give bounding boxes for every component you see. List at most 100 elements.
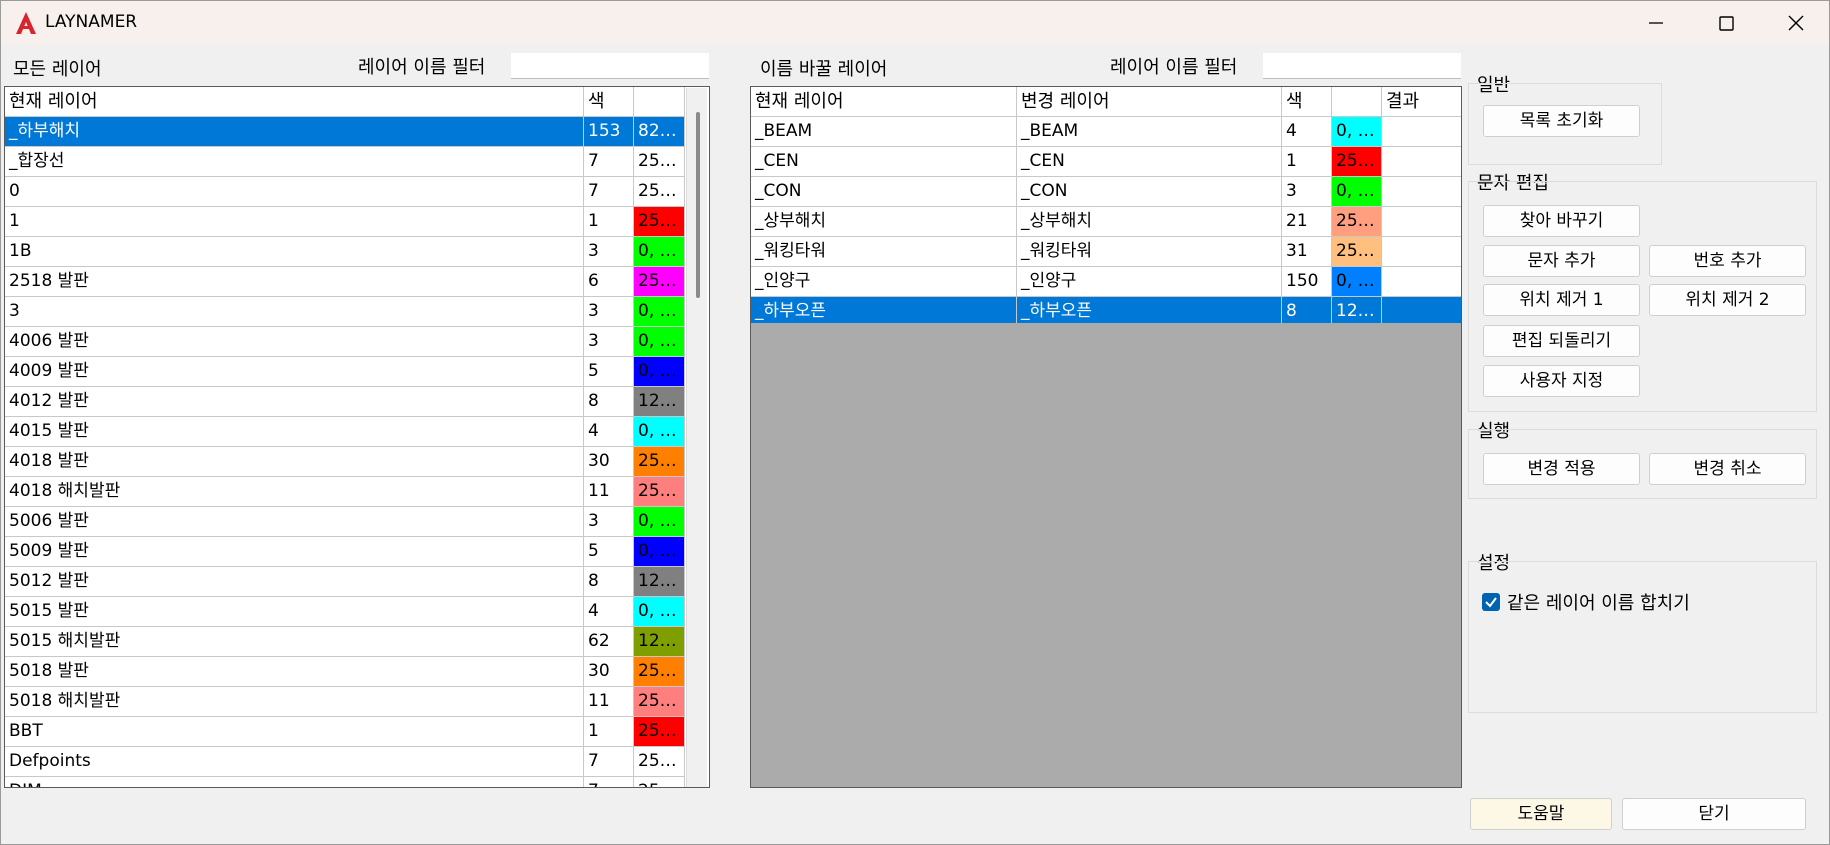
new-layer-cell[interactable]: _상부해치 bbox=[1017, 207, 1282, 237]
layer-row[interactable]: Defpoints 7 25… bbox=[5, 747, 709, 777]
rename-row[interactable]: _인양구 _인양구 150 0, … bbox=[751, 267, 1461, 297]
maximize-button[interactable] bbox=[1691, 1, 1761, 45]
column-header-result[interactable]: 결과 bbox=[1382, 87, 1461, 117]
settings-group bbox=[1468, 561, 1817, 713]
color-index-cell: 7 bbox=[584, 177, 634, 207]
layer-row[interactable]: 4006 발판 3 0, … bbox=[5, 327, 709, 357]
layer-name-cell: _하부해치 bbox=[5, 117, 584, 147]
color-index-cell: 4 bbox=[584, 417, 634, 447]
autocad-logo-icon bbox=[15, 11, 37, 35]
color-index-cell: 1 bbox=[1282, 147, 1332, 177]
color-swatch-cell: 0, … bbox=[634, 327, 685, 357]
right-filter-input[interactable] bbox=[1263, 53, 1461, 79]
new-layer-cell[interactable]: _인양구 bbox=[1017, 267, 1282, 297]
current-layer-cell: _CEN bbox=[751, 147, 1017, 177]
layer-name-cell: DIM bbox=[5, 777, 584, 787]
layer-name-cell: Defpoints bbox=[5, 747, 584, 777]
find-replace-button[interactable]: 찾아 바꾸기 bbox=[1483, 205, 1640, 237]
current-layer-cell: _인양구 bbox=[751, 267, 1017, 297]
layer-row[interactable]: 4018 발판 30 25… bbox=[5, 447, 709, 477]
new-layer-cell[interactable]: _CON bbox=[1017, 177, 1282, 207]
rename-row[interactable]: _워킹타워 _워킹타워 31 25… bbox=[751, 237, 1461, 267]
layer-row[interactable]: 4009 발판 5 0, … bbox=[5, 357, 709, 387]
merge-same-names-checkbox[interactable] bbox=[1482, 593, 1500, 611]
layer-name-cell: 4009 발판 bbox=[5, 357, 584, 387]
column-header-current-layer[interactable]: 현재 레이어 bbox=[751, 87, 1017, 117]
layer-row[interactable]: _하부해치 153 82… bbox=[5, 117, 709, 147]
new-layer-cell[interactable]: _BEAM bbox=[1017, 117, 1282, 147]
all-layers-grid[interactable]: 현재 레이어 색 _하부해치 153 82… _합장선 7 25… 0 7 25… 1 1 25… 1B… bbox=[4, 86, 710, 788]
custom-button[interactable]: 사용자 지정 bbox=[1483, 365, 1640, 397]
remove-position-1-button[interactable]: 위치 제거 1 bbox=[1483, 284, 1640, 316]
color-swatch-cell: 0, … bbox=[634, 507, 685, 537]
left-grid-scrollbar-thumb[interactable] bbox=[696, 112, 700, 298]
right-grid-header: 현재 레이어 변경 레이어 색 결과 bbox=[751, 87, 1461, 117]
layer-row[interactable]: 5009 발판 5 0, … bbox=[5, 537, 709, 567]
layer-row[interactable]: 5015 해치발판 62 12… bbox=[5, 627, 709, 657]
layer-row[interactable]: 5018 해치발판 11 25… bbox=[5, 687, 709, 717]
current-layer-cell: _BEAM bbox=[751, 117, 1017, 147]
rename-row[interactable]: _BEAM _BEAM 4 0, … bbox=[751, 117, 1461, 147]
left-grid-scrollbar[interactable] bbox=[686, 88, 707, 787]
color-index-cell: 6 bbox=[584, 267, 634, 297]
color-swatch-cell: 25… bbox=[634, 267, 685, 297]
color-index-cell: 5 bbox=[584, 537, 634, 567]
layer-row[interactable]: 1B 3 0, … bbox=[5, 237, 709, 267]
column-header-new-layer[interactable]: 변경 레이어 bbox=[1017, 87, 1282, 117]
minimize-button[interactable] bbox=[1621, 1, 1691, 45]
layer-row[interactable]: DIM725… bbox=[5, 777, 709, 787]
color-index-cell: 153 bbox=[584, 117, 634, 147]
column-header-color[interactable]: 색 bbox=[1282, 87, 1332, 117]
color-swatch-cell: 12… bbox=[634, 567, 685, 597]
column-header-color-value[interactable] bbox=[1332, 87, 1382, 117]
column-header-color-value[interactable] bbox=[634, 87, 685, 117]
cancel-changes-button[interactable]: 변경 취소 bbox=[1649, 453, 1806, 485]
close-window-button[interactable] bbox=[1761, 1, 1830, 45]
rename-row[interactable]: _CEN _CEN 1 25… bbox=[751, 147, 1461, 177]
color-swatch-cell: 0, … bbox=[634, 597, 685, 627]
color-swatch-cell: 0, … bbox=[1332, 117, 1382, 147]
left-filter-input[interactable] bbox=[511, 53, 709, 79]
help-button[interactable]: 도움말 bbox=[1470, 798, 1612, 830]
reset-list-button[interactable]: 목록 초기화 bbox=[1483, 105, 1640, 137]
result-cell bbox=[1382, 267, 1461, 297]
layer-row[interactable]: 5006 발판 3 0, … bbox=[5, 507, 709, 537]
left-grid-header: 현재 레이어 색 bbox=[5, 87, 709, 117]
add-number-button[interactable]: 번호 추가 bbox=[1649, 245, 1806, 277]
layer-row[interactable]: _합장선 7 25… bbox=[5, 147, 709, 177]
layer-name-cell: 5018 해치발판 bbox=[5, 687, 584, 717]
layer-row[interactable]: 0 7 25… bbox=[5, 177, 709, 207]
right-filter-label: 레이어 이름 필터 bbox=[1110, 57, 1238, 78]
result-cell bbox=[1382, 147, 1461, 177]
new-layer-cell[interactable]: _CEN bbox=[1017, 147, 1282, 177]
layer-row[interactable]: 5015 발판 4 0, … bbox=[5, 597, 709, 627]
column-header-current-layer[interactable]: 현재 레이어 bbox=[5, 87, 584, 117]
apply-changes-button[interactable]: 변경 적용 bbox=[1483, 453, 1640, 485]
result-cell bbox=[1382, 237, 1461, 267]
rename-row[interactable]: _상부해치 _상부해치 21 25… bbox=[751, 207, 1461, 237]
layer-name-cell: 5015 발판 bbox=[5, 597, 584, 627]
layer-row[interactable]: BBT 1 25… bbox=[5, 717, 709, 747]
rename-layers-grid[interactable]: 현재 레이어 변경 레이어 색 결과 _BEAM _BEAM 4 0, … _CEN _C… bbox=[750, 86, 1462, 788]
layer-row[interactable]: 2518 발판 6 25… bbox=[5, 267, 709, 297]
new-layer-cell[interactable]: _워킹타워 bbox=[1017, 237, 1282, 267]
merge-same-names-label[interactable]: 같은 레이어 이름 합치기 bbox=[1507, 589, 1690, 615]
layer-row[interactable]: 4012 발판 8 12… bbox=[5, 387, 709, 417]
layer-row[interactable]: 4015 발판 4 0, … bbox=[5, 417, 709, 447]
remove-position-2-button[interactable]: 위치 제거 2 bbox=[1649, 284, 1806, 316]
layer-row[interactable]: 5018 발판 30 25… bbox=[5, 657, 709, 687]
undo-edit-button[interactable]: 편집 되돌리기 bbox=[1483, 325, 1640, 357]
layer-row[interactable]: 5012 발판 8 12… bbox=[5, 567, 709, 597]
layer-row[interactable]: 3 3 0, … bbox=[5, 297, 709, 327]
column-header-color[interactable]: 색 bbox=[584, 87, 634, 117]
rename-row[interactable]: _CON _CON 3 0, … bbox=[751, 177, 1461, 207]
close-button[interactable]: 닫기 bbox=[1622, 798, 1806, 830]
add-text-button[interactable]: 문자 추가 bbox=[1483, 245, 1640, 277]
color-index-cell: 3 bbox=[584, 297, 634, 327]
color-index-cell: 8 bbox=[584, 567, 634, 597]
color-index-cell: 62 bbox=[584, 627, 634, 657]
layer-name-cell: 0 bbox=[5, 177, 584, 207]
layer-name-cell: 2518 발판 bbox=[5, 267, 584, 297]
layer-row[interactable]: 4018 해치발판 11 25… bbox=[5, 477, 709, 507]
layer-row[interactable]: 1 1 25… bbox=[5, 207, 709, 237]
